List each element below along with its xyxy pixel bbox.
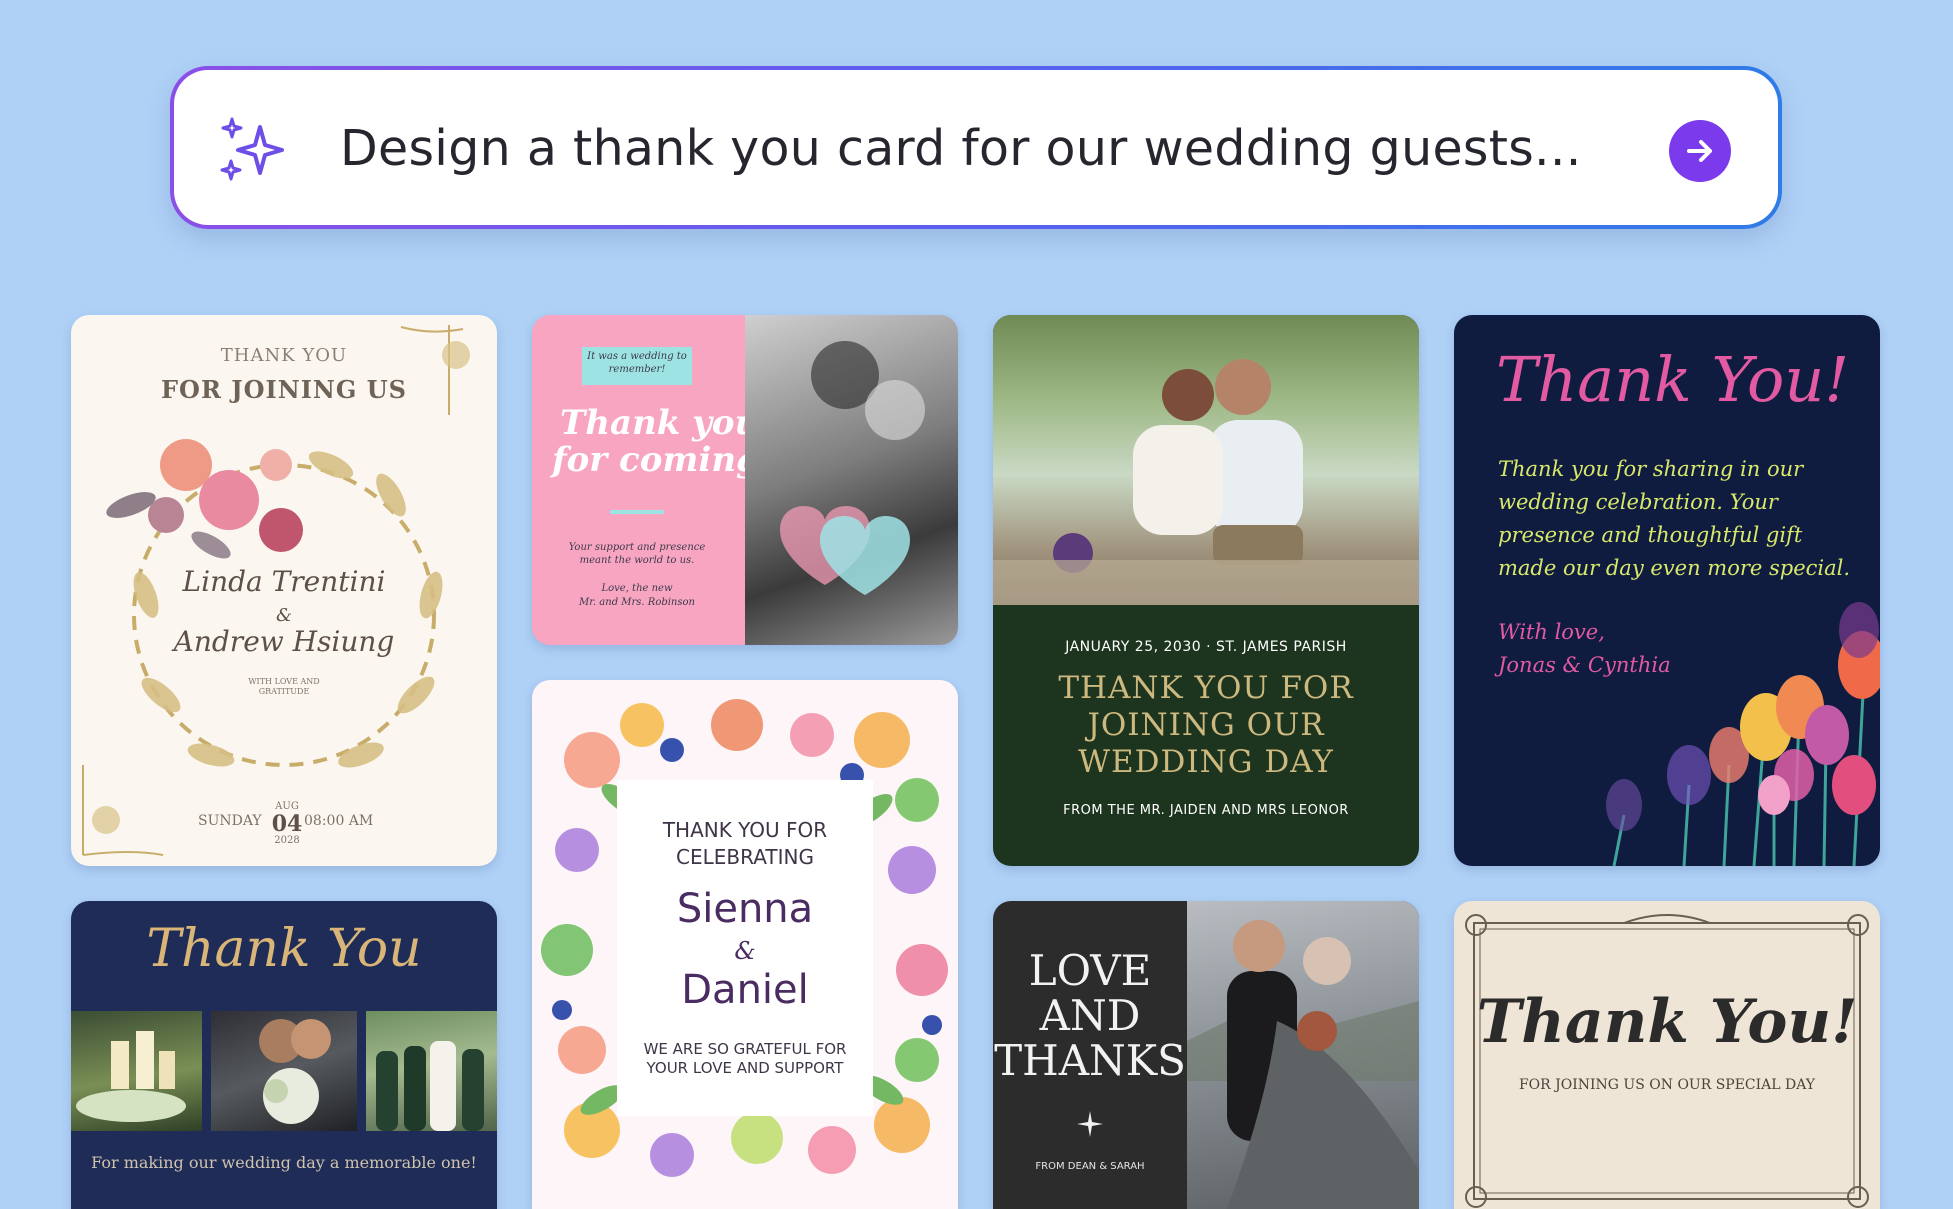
photo-candles (71, 1011, 202, 1131)
photo-bridesmaids (366, 1011, 497, 1131)
card-title-line1: Thank you (560, 403, 760, 443)
template-card-navy-tulips[interactable]: Thank You! Thank you for sharing in our … (1454, 315, 1880, 866)
card-title-line2: JOINING OUR (1087, 707, 1325, 743)
photo-couple-figure (1187, 920, 1419, 1209)
card-title: Thank You (146, 919, 422, 979)
arrow-right-icon (1687, 140, 1712, 162)
template-card-navy-collage[interactable]: Thank You For making our wedding day a m… (71, 901, 497, 1209)
heart-shapes (780, 341, 925, 595)
template-card-green-parish[interactable]: JANUARY 25, 2030 · ST. JAMES PARISH THAN… (993, 315, 1419, 866)
ai-prompt-bar[interactable]: Design a thank you card for our wedding … (170, 66, 1782, 229)
card-heading-line1: THANK YOU (220, 345, 348, 366)
card-subline: WITH LOVE AND GRATITUDE (248, 677, 320, 696)
template-card-pink-coming[interactable]: It was a wedding to remember! Thank you … (532, 315, 958, 645)
event-year: 2028 (274, 835, 300, 846)
couple-name-2: Daniel (681, 967, 809, 1013)
card-title-line2: AND (1039, 991, 1141, 1040)
event-date: 04 (271, 811, 303, 837)
couple-name-1: Linda Trentini (182, 565, 386, 598)
signoff-line1: Love, the new (601, 583, 673, 594)
card-title-line1: LOVE (1028, 946, 1152, 995)
couple-photo-bw (745, 315, 958, 645)
couple-photo-mountain (1187, 901, 1419, 1209)
template-card-floral-wreath[interactable]: THANK YOU FOR JOINING US Linda Trentini … (71, 315, 497, 866)
bouquet-figure (259, 1019, 331, 1124)
card-heading-line1: THANK YOU FOR (662, 818, 828, 842)
body-line1: Thank you for sharing in our (1498, 457, 1804, 481)
signoff-line2: Mr. and Mrs. Robinson (579, 597, 695, 608)
prompt-input-text[interactable]: Design a thank you card for our wedding … (340, 120, 1582, 177)
tag-text: It was a wedding to remember! (587, 351, 687, 375)
from-line: FROM THE MR. JAIDEN AND MRS LEONOR (1063, 803, 1349, 818)
card-title-line1: THANK YOU FOR (1058, 670, 1354, 706)
card-title: Thank You! (1476, 987, 1858, 1057)
star-ornament-icon (1077, 1111, 1103, 1137)
bridesmaids-figure (376, 1041, 484, 1131)
body-line3: presence and thoughtful gift (1498, 523, 1803, 547)
subline-1: WE ARE SO GRATEFUL FOR (643, 1040, 847, 1058)
couple-photo-forest (993, 315, 1419, 605)
couple-name-1: Sienna (676, 886, 814, 932)
template-card-parchment[interactable]: Thank You! FOR JOINING US ON OUR SPECIAL… (1454, 901, 1880, 1209)
event-time: 08:00 AM (304, 813, 374, 829)
ampersand: & (734, 937, 756, 965)
card-title-line3: THANKS (994, 1036, 1186, 1085)
body-line4: made our day even more special. (1498, 556, 1851, 580)
candles-figure (76, 1031, 186, 1122)
ampersand: & (275, 605, 293, 626)
card-subline: FOR JOINING US ON OUR SPECIAL DAY (1518, 1077, 1816, 1093)
prompt-bar-inner: Design a thank you card for our wedding … (174, 70, 1778, 225)
event-day: SUNDAY (198, 813, 262, 829)
card-title: Thank You! (1496, 343, 1850, 416)
card-caption: For making our wedding day a memorable o… (91, 1153, 477, 1172)
signoff-line1: With love, (1498, 620, 1605, 644)
photo-figures (993, 359, 1419, 605)
sparkle-icon (220, 117, 284, 181)
template-card-love-thanks[interactable]: LOVE AND THANKS FROM DEAN & SARAH (993, 901, 1419, 1209)
divider (610, 510, 664, 514)
body-line2: wedding celebration. Your (1498, 490, 1778, 514)
card-heading-line2: CELEBRATING (676, 845, 814, 869)
couple-name-2: Andrew Hsiung (173, 625, 395, 658)
date-place: JANUARY 25, 2030 · ST. JAMES PARISH (1065, 639, 1347, 655)
subline-2: YOUR LOVE AND SUPPORT (646, 1059, 844, 1077)
from-line: FROM DEAN & SARAH (1035, 1161, 1145, 1172)
card-heading-line2: FOR JOINING US (161, 375, 407, 404)
card-title-line2: for coming! (552, 440, 775, 480)
submit-button[interactable] (1669, 120, 1731, 182)
template-card-watercolor-frame[interactable]: THANK YOU FOR CELEBRATING Sienna & Danie… (532, 680, 958, 1209)
card-title-line3: WEDDING DAY (1078, 744, 1334, 780)
photo-kiss-bouquet (211, 1011, 357, 1131)
support-text: Your support and presence meant the worl… (568, 542, 706, 566)
signoff-line2: Jonas & Cynthia (1498, 653, 1671, 677)
